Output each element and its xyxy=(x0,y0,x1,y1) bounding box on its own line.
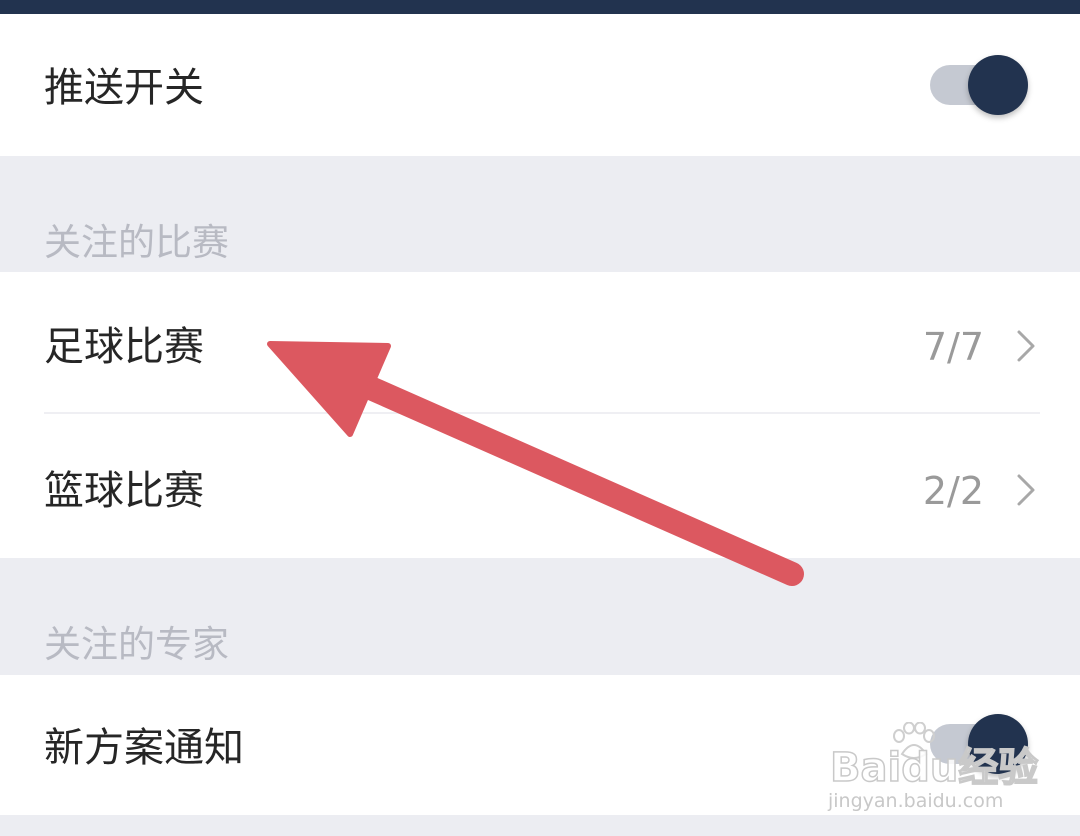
chevron-right-icon xyxy=(1017,474,1035,506)
list-item-count: 7/7 xyxy=(922,325,984,369)
top-bar xyxy=(0,0,1080,14)
push-switch-row[interactable]: 推送开关 xyxy=(0,14,1080,156)
list-item-count: 2/2 xyxy=(922,469,984,513)
new-plan-notice-toggle[interactable] xyxy=(930,714,1028,774)
new-plan-notice-row[interactable]: 新方案通知 xyxy=(0,675,1080,815)
toggle-knob xyxy=(968,714,1028,774)
list-item-label: 篮球比赛 xyxy=(44,468,204,514)
followed-matches-panel: 足球比赛 7/7 篮球比赛 2/2 xyxy=(0,272,1080,558)
new-plan-notice-label: 新方案通知 xyxy=(44,725,244,771)
push-switch-label: 推送开关 xyxy=(44,65,204,111)
list-item-basketball[interactable]: 篮球比赛 2/2 xyxy=(0,414,1080,558)
toggle-knob xyxy=(968,55,1028,115)
section-title-followed-experts: 关注的专家 xyxy=(44,623,229,666)
list-item-label: 足球比赛 xyxy=(44,324,204,370)
list-item-football[interactable]: 足球比赛 7/7 xyxy=(0,272,1080,412)
section-title-followed-matches: 关注的比赛 xyxy=(44,221,229,264)
push-switch-toggle[interactable] xyxy=(930,55,1028,115)
chevron-right-icon xyxy=(1017,330,1035,362)
